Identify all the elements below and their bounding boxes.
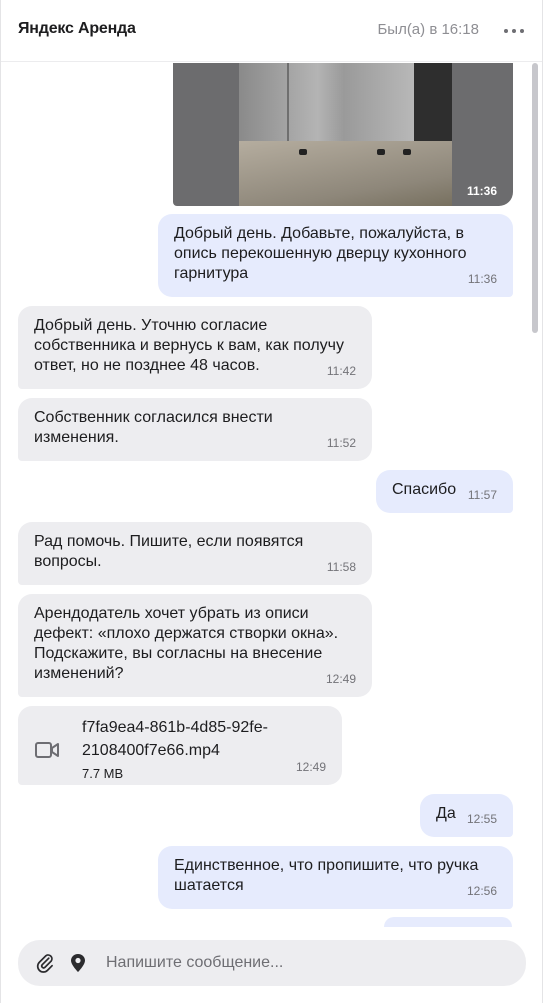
file-size: 7.7 MB [82, 766, 124, 781]
photo-message[interactable]: 11:36 [173, 63, 513, 206]
message-time: 11:57 [467, 488, 497, 502]
message-bubble-incoming[interactable]: Добрый день. Уточню согласие собственник… [18, 306, 372, 389]
scrollbar-thumb[interactable] [532, 63, 538, 333]
message-time: 11:58 [326, 560, 356, 574]
message-text: Единственное, что пропишите, что ручка ш… [174, 857, 479, 894]
message-bubble-outgoing[interactable]: Спасибо 11:57 [376, 470, 513, 513]
message-time: 11:36 [467, 272, 497, 286]
message-time: 12:56 [466, 884, 497, 898]
file-icon-box [18, 706, 80, 784]
message-time: 11:36 [466, 184, 497, 198]
message-input[interactable] [106, 940, 506, 986]
message-time: 11:52 [326, 436, 356, 450]
message-time: 11:42 [326, 364, 356, 378]
last-seen-status: Был(а) в 16:18 [377, 21, 479, 38]
message-list[interactable]: 11:36 Добрый день. Добавьте, пожалуйста,… [1, 63, 542, 923]
message-text: Арендодатель хочет убрать из описи дефек… [34, 605, 339, 682]
message-bubble-outgoing[interactable]: Да 12:55 [420, 794, 513, 837]
video-camera-icon [35, 742, 59, 758]
message-text: Собственник согласился внести изменения. [34, 409, 273, 446]
message-bubble-incoming[interactable]: Арендодатель хочет убрать из описи дефек… [18, 594, 372, 697]
message-bubble-outgoing[interactable]: Единственное, что пропишите, что ручка ш… [158, 846, 513, 909]
message-text: Добрый день. Добавьте, пожалуйста, в опи… [174, 225, 467, 282]
message-bubble-incoming[interactable]: Рад помочь. Пишите, если появятся вопрос… [18, 522, 372, 585]
message-bubble-incoming[interactable]: Собственник согласился внести изменения.… [18, 398, 372, 461]
scrollbar[interactable] [531, 63, 539, 923]
chat-header: Яндекс Аренда Был(а) в 16:18 [1, 0, 542, 62]
more-horizontal-icon[interactable] [504, 22, 524, 38]
photo-image[interactable] [239, 63, 452, 206]
message-bubble-partial[interactable] [384, 917, 512, 927]
message-text: Рад помочь. Пишите, если появятся вопрос… [34, 533, 304, 570]
message-composer [18, 940, 526, 986]
file-name[interactable]: f7fa9ea4-861b-4d85-92fe-2108400f7e66.mp4 [82, 716, 282, 762]
message-time: 12:55 [466, 812, 497, 826]
message-time: 12:49 [325, 672, 356, 686]
message-text: Добрый день. Уточню согласие собственник… [34, 317, 344, 374]
chat-title: Яндекс Аренда [18, 20, 136, 37]
message-bubble-outgoing[interactable]: Добрый день. Добавьте, пожалуйста, в опи… [158, 214, 513, 297]
file-message[interactable]: f7fa9ea4-861b-4d85-92fe-2108400f7e66.mp4… [18, 706, 342, 785]
message-time: 12:49 [295, 760, 326, 774]
location-pin-icon[interactable] [70, 953, 86, 973]
paperclip-icon[interactable] [36, 953, 56, 973]
